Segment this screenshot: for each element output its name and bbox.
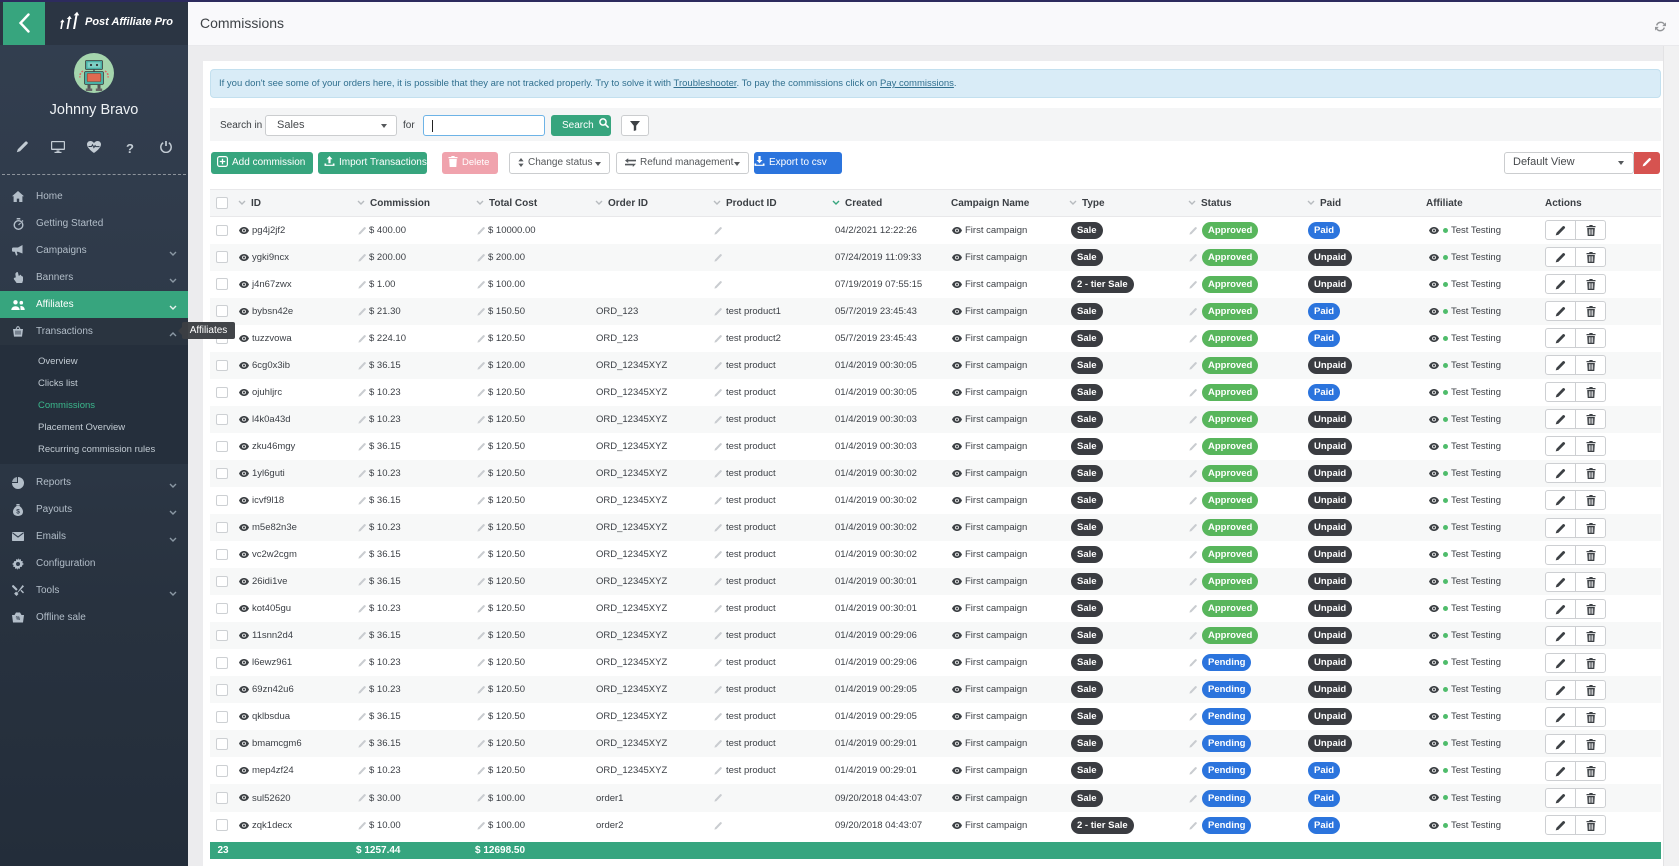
svg-text:$: $: [16, 508, 20, 515]
svg-text:%: %: [16, 616, 21, 622]
